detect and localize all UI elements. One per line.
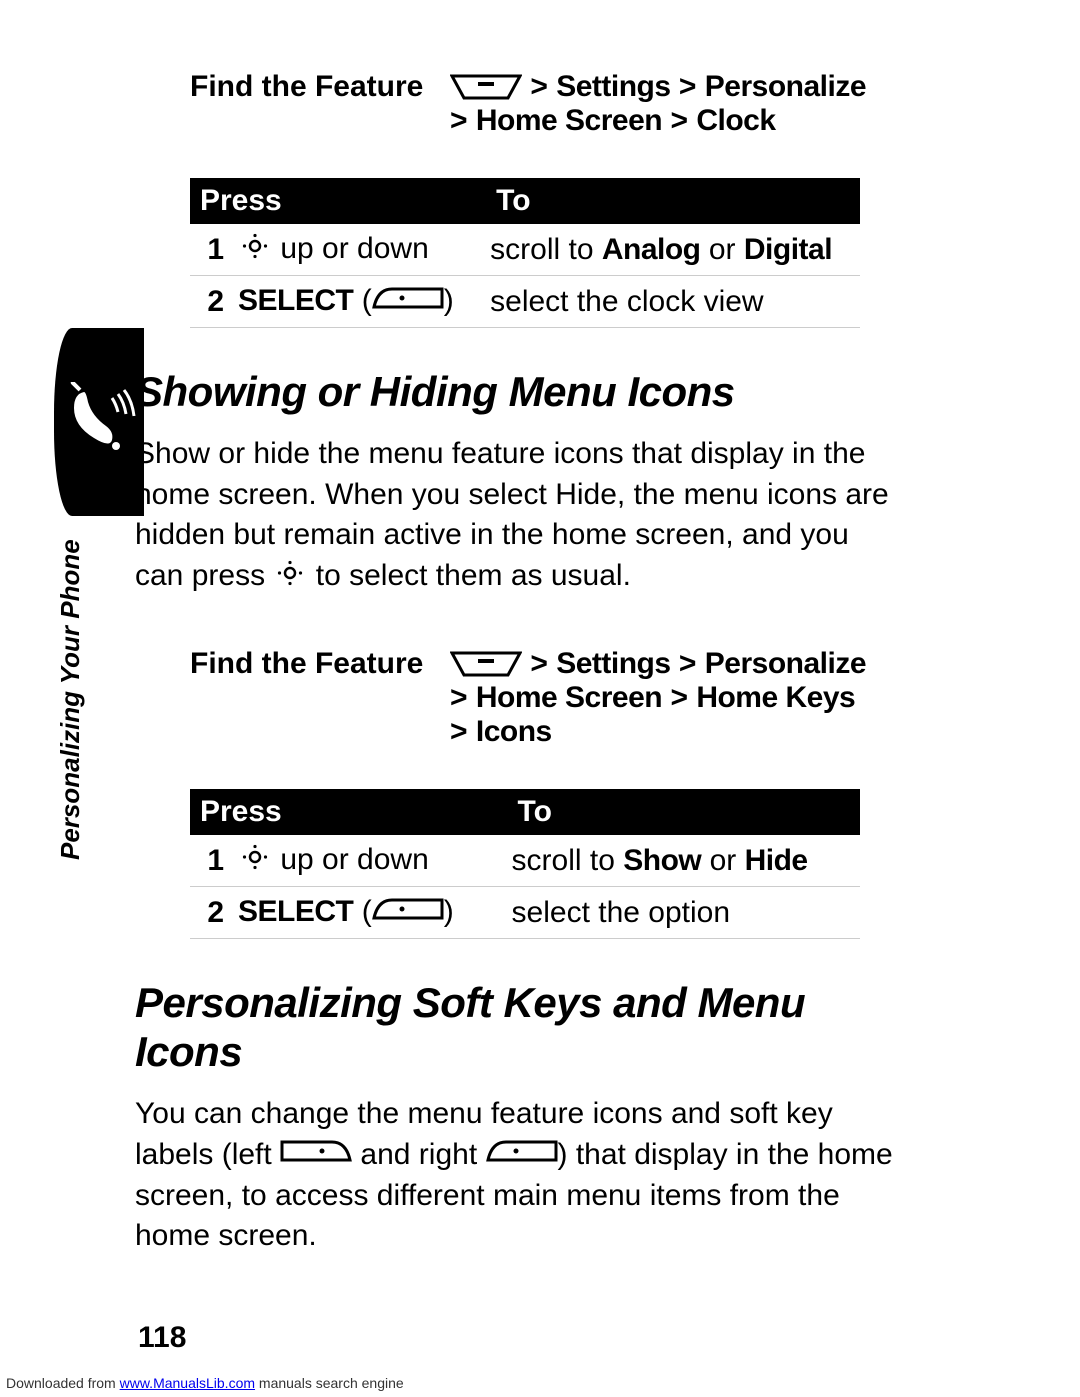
header-to: To	[486, 178, 860, 224]
to-show: Show	[623, 844, 701, 877]
path-icons: Icons	[476, 715, 552, 748]
path-separator: >	[530, 647, 556, 680]
header-to: To	[508, 789, 860, 835]
find-feature-path: > Settings > Personalize > Home Screen >…	[450, 70, 895, 138]
press-text: up or down	[272, 232, 429, 265]
press-cell: SELECT ( )	[234, 887, 508, 939]
side-label: Personalizing Your Phone	[55, 539, 86, 860]
table-header-row: Press To	[190, 789, 860, 835]
to-analog: Analog	[602, 233, 701, 266]
paren: )	[444, 895, 454, 928]
step-number: 1	[190, 835, 234, 887]
path-settings: Settings	[556, 647, 670, 680]
to-text: or	[701, 844, 744, 877]
body-text: and right	[352, 1138, 485, 1171]
manual-page: Personalizing Your Phone Find the Featur…	[0, 0, 1080, 1397]
section-title-soft-keys: Personalizing Soft Keys and Menu Icons	[135, 979, 895, 1076]
find-feature-2: Find the Feature > Settings > Personaliz…	[135, 647, 895, 749]
to-cell: select the option	[508, 887, 860, 939]
right-softkey-icon	[372, 896, 444, 930]
to-text: or	[701, 233, 744, 266]
body-text: to select them as usual.	[307, 559, 631, 592]
header-press: Press	[190, 178, 486, 224]
footer-text: manuals search engine	[255, 1375, 404, 1391]
path-separator: >	[450, 715, 476, 748]
footer-text: Downloaded from	[6, 1375, 120, 1391]
step-number: 1	[190, 224, 234, 276]
to-text: scroll to	[490, 233, 602, 266]
select-label: SELECT	[238, 284, 353, 317]
steps-table-2: Press To 1 up or down scroll to Show or …	[190, 789, 860, 939]
path-personalize: Personalize	[705, 70, 866, 103]
path-home-keys: Home Keys	[696, 681, 855, 714]
right-softkey-icon	[372, 285, 444, 319]
path-home-screen: Home Screen	[476, 104, 662, 137]
to-cell: scroll to Show or Hide	[508, 835, 860, 887]
press-cell: up or down	[234, 835, 508, 887]
to-cell: select the clock view	[486, 276, 860, 328]
menu-key-icon	[450, 74, 522, 102]
to-cell: scroll to Analog or Digital	[486, 224, 860, 276]
find-feature-1: Find the Feature > Settings > Personaliz…	[135, 70, 895, 138]
table-row: 2 SELECT ( ) select the option	[190, 887, 860, 939]
nav-key-icon	[242, 233, 268, 267]
press-cell: up or down	[234, 224, 486, 276]
paren: )	[444, 284, 454, 317]
paren: (	[353, 284, 371, 317]
table-row: 1 up or down scroll to Show or Hide	[190, 835, 860, 887]
side-tab	[54, 328, 144, 516]
select-label: SELECT	[238, 895, 353, 928]
path-settings: Settings	[556, 70, 670, 103]
press-cell: SELECT ( )	[234, 276, 486, 328]
step-number: 2	[190, 887, 234, 939]
page-number: 118	[138, 1321, 186, 1355]
table-header-row: Press To	[190, 178, 860, 224]
footer: Downloaded from www.ManualsLib.com manua…	[6, 1375, 404, 1391]
find-feature-path: > Settings > Personalize > Home Screen >…	[450, 647, 895, 749]
right-softkey-icon	[486, 1135, 558, 1176]
to-digital: Digital	[744, 233, 832, 266]
path-clock: Clock	[696, 104, 775, 137]
section-body: Show or hide the menu feature icons that…	[135, 434, 895, 597]
left-softkey-icon	[280, 1135, 352, 1176]
path-separator: >	[662, 681, 696, 714]
press-text: up or down	[272, 843, 429, 876]
path-personalize: Personalize	[705, 647, 866, 680]
steps-table-1: Press To 1 up or down scroll to Analog o…	[190, 178, 860, 328]
page-content: Find the Feature > Settings > Personaliz…	[135, 70, 895, 1279]
footer-link[interactable]: www.ManualsLib.com	[120, 1375, 255, 1391]
path-separator: >	[450, 104, 476, 137]
path-separator: >	[671, 647, 705, 680]
find-feature-label: Find the Feature	[135, 647, 450, 749]
find-feature-label: Find the Feature	[135, 70, 450, 138]
to-hide: Hide	[745, 844, 808, 877]
step-number: 2	[190, 276, 234, 328]
path-separator: >	[662, 104, 696, 137]
path-separator: >	[450, 681, 476, 714]
section-body: You can change the menu feature icons an…	[135, 1094, 895, 1257]
paren: (	[353, 895, 371, 928]
header-press: Press	[190, 789, 508, 835]
menu-key-icon	[450, 651, 522, 679]
nav-key-icon	[277, 557, 303, 598]
table-row: 1 up or down scroll to Analog or Digital	[190, 224, 860, 276]
section-title-menu-icons: Showing or Hiding Menu Icons	[135, 368, 895, 416]
path-home-screen: Home Screen	[476, 681, 662, 714]
bell-icon	[66, 382, 136, 462]
table-row: 2 SELECT ( ) select the clock view	[190, 276, 860, 328]
path-separator: >	[530, 70, 556, 103]
path-separator: >	[671, 70, 705, 103]
to-text: scroll to	[512, 844, 624, 877]
nav-key-icon	[242, 844, 268, 878]
